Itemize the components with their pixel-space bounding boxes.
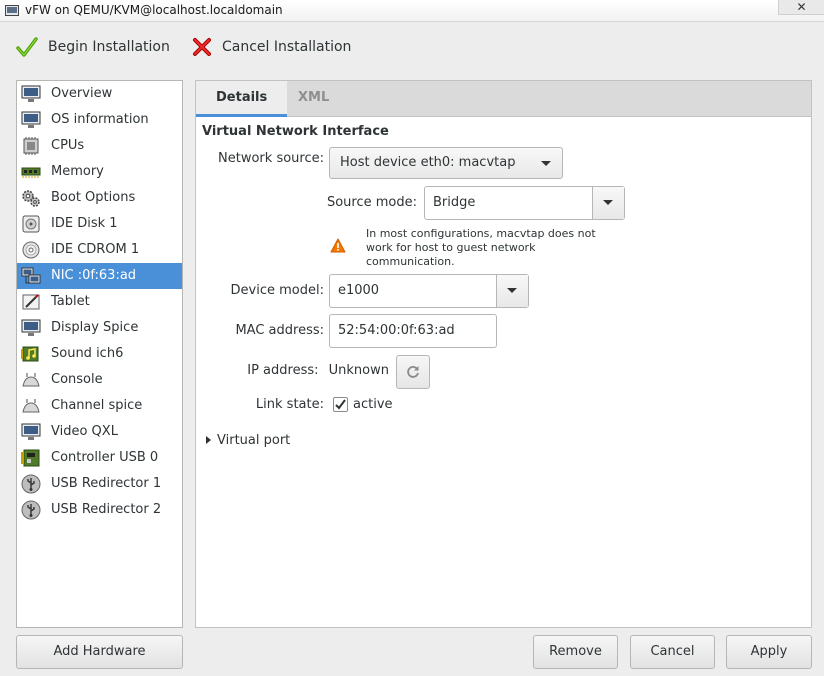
sidebar-item-cpus[interactable]: CPUs [17, 133, 182, 159]
source-mode-label: Source mode: [326, 195, 417, 210]
sidebar-item-usb-redirector-2[interactable]: USB Redirector 2 [17, 497, 182, 523]
ip-address-row: IP address: Unknown [247, 363, 389, 378]
expander-arrow-icon [206, 436, 211, 444]
channel-icon [22, 399, 40, 413]
sidebar-item-console[interactable]: Console [17, 367, 182, 393]
window-close-button[interactable]: ✕ [778, 0, 824, 15]
tablet-icon [22, 294, 40, 310]
toolbar: Begin Installation Cancel Installation [0, 22, 824, 72]
tab-bar: Details XML [196, 81, 811, 117]
sidebar-item-tablet[interactable]: Tablet [17, 289, 182, 315]
macvtap-warning-text: In most configurations, macvtap does not… [366, 227, 596, 268]
tab-xml[interactable]: XML [278, 81, 349, 117]
usb-icon [21, 500, 41, 520]
hardware-list: Overview OS information CPUs Memory Boot… [16, 80, 183, 628]
sidebar-item-controller-usb-0[interactable]: Controller USB 0 [17, 445, 182, 471]
device-model-dropdown-button[interactable] [496, 275, 528, 307]
sidebar-item-ide-cdrom-1[interactable]: IDE CDROM 1 [17, 237, 182, 263]
sidebar-item-video-qxl[interactable]: Video QXL [17, 419, 182, 445]
sidebar-item-usb-redirector-1[interactable]: USB Redirector 1 [17, 471, 182, 497]
monitor-icon [21, 85, 41, 102]
app-icon [5, 5, 19, 16]
checkmark-icon [335, 399, 346, 410]
controller-icon [21, 449, 40, 467]
begin-installation-button[interactable]: Begin Installation [16, 35, 170, 59]
add-hardware-button[interactable]: Add Hardware [16, 635, 183, 669]
device-model-label: Device model: [230, 283, 324, 298]
sidebar-item-boot-options[interactable]: Boot Options [17, 185, 182, 211]
warning-icon [330, 238, 346, 253]
device-model-combo[interactable]: e1000 [329, 274, 529, 308]
ip-address-value: Unknown [328, 363, 389, 378]
source-mode-value: Bridge [433, 195, 476, 210]
disk-icon [22, 215, 40, 233]
network-icon [21, 267, 41, 284]
network-source-combo[interactable]: Host device eth0: macvtap [329, 147, 563, 179]
chevron-down-icon [507, 288, 517, 293]
usb-icon [21, 474, 41, 494]
cancel-button[interactable]: Cancel [630, 635, 715, 669]
console-icon [22, 373, 40, 387]
video-icon [21, 423, 41, 440]
source-mode-combo[interactable]: Bridge [424, 186, 625, 220]
begin-installation-label: Begin Installation [48, 39, 170, 55]
chevron-down-icon [541, 161, 551, 166]
display-icon [21, 319, 41, 336]
device-model-value: e1000 [338, 283, 380, 298]
monitor-icon [21, 111, 41, 128]
window-title: vFW on QEMU/KVM@localhost.localdomain [25, 3, 283, 17]
refresh-ip-button[interactable] [396, 355, 430, 389]
sidebar-item-ide-disk-1[interactable]: IDE Disk 1 [17, 211, 182, 237]
section-title: Virtual Network Interface [202, 124, 389, 139]
network-source-value: Host device eth0: macvtap [340, 155, 516, 170]
source-mode-dropdown-button[interactable] [592, 187, 624, 219]
sidebar-item-channel-spice[interactable]: Channel spice [17, 393, 182, 419]
sidebar-item-overview[interactable]: Overview [17, 81, 182, 107]
chevron-down-icon [603, 200, 613, 205]
window-titlebar: vFW on QEMU/KVM@localhost.localdomain ✕ [0, 0, 824, 22]
virtual-port-expander[interactable]: Virtual port [206, 431, 290, 449]
mac-address-field[interactable]: 52:54:00:0f:63:ad [329, 314, 497, 348]
cpu-icon [23, 137, 39, 155]
sound-icon [21, 346, 39, 362]
sidebar-item-os-information[interactable]: OS information [17, 107, 182, 133]
memory-icon [21, 167, 41, 178]
tab-details[interactable]: Details [196, 81, 288, 117]
mac-address-value: 52:54:00:0f:63:ad [338, 323, 455, 338]
sidebar-item-memory[interactable]: Memory [17, 159, 182, 185]
network-source-label: Network source: [218, 151, 324, 166]
close-icon: ✕ [796, 0, 807, 14]
link-state-label: Link state: [255, 397, 324, 412]
cancel-x-icon [193, 38, 211, 56]
gears-icon [22, 190, 40, 207]
apply-button[interactable]: Apply [726, 635, 812, 669]
refresh-icon [407, 366, 419, 378]
cancel-installation-label: Cancel Installation [222, 39, 352, 55]
ip-address-label: IP address: [247, 363, 319, 378]
virtual-port-label: Virtual port [217, 432, 291, 448]
mac-address-label: MAC address: [235, 323, 324, 338]
details-panel: Details XML Virtual Network Interface Ne… [195, 80, 812, 628]
remove-button[interactable]: Remove [533, 635, 618, 669]
link-state-checkbox[interactable] [333, 397, 348, 412]
sidebar-item-sound-ich6[interactable]: Sound ich6 [17, 341, 182, 367]
cancel-installation-button[interactable]: Cancel Installation [192, 35, 351, 59]
checkmark-icon [16, 37, 38, 57]
cdrom-icon [22, 241, 40, 259]
sidebar-item-display-spice[interactable]: Display Spice [17, 315, 182, 341]
sidebar-item-nic[interactable]: NIC :0f:63:ad [17, 263, 182, 289]
link-state-value: active [353, 397, 393, 412]
